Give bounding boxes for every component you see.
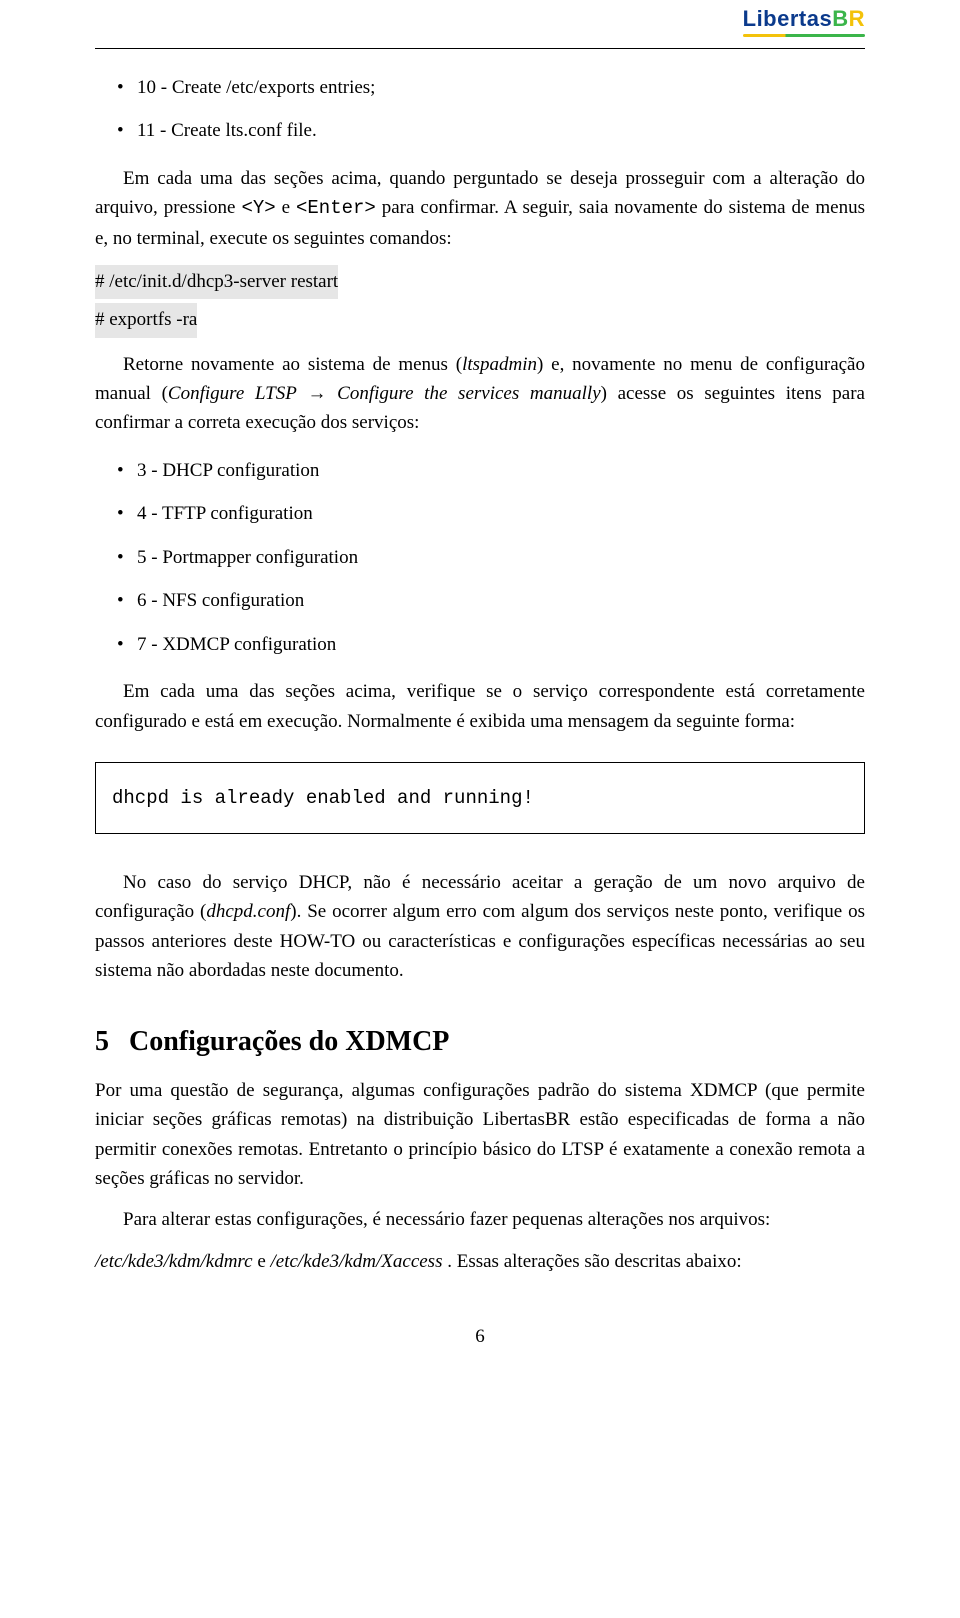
section-number: 5: [95, 1026, 109, 1057]
page-number: 6: [95, 1326, 865, 1348]
list-item: 3 - DHCP configuration: [137, 456, 865, 485]
command-line: # /etc/init.d/dhcp3-server restart: [95, 265, 338, 299]
paragraph: No caso do serviço DHCP, não é necessári…: [95, 868, 865, 986]
paragraph: Por uma questão de segurança, algumas co…: [95, 1076, 865, 1194]
text-run: e: [253, 1251, 271, 1272]
list-item: 7 - XDMCP configuration: [137, 630, 865, 659]
section-title: Configurações do XDMCP: [129, 1026, 449, 1057]
list-item: 6 - NFS configuration: [137, 586, 865, 615]
paragraph: Em cada uma das seções acima, verifique …: [95, 677, 865, 736]
key-y: <Y>: [241, 197, 275, 219]
paragraph: Retorne novamente ao sistema de menus (l…: [95, 350, 865, 438]
list-item: 4 - TFTP configuration: [137, 499, 865, 528]
text-run: Retorne novamente ao sistema de menus (: [123, 354, 462, 375]
key-enter: <Enter>: [296, 197, 376, 219]
logo-letter-b: B: [832, 6, 848, 31]
path-xaccess: /etc/kde3/kdm/Xaccess: [271, 1251, 443, 1272]
list-item: 10 - Create /etc/exports entries;: [137, 73, 865, 102]
bullet-list-steps: 10 - Create /etc/exports entries; 11 - C…: [95, 73, 865, 146]
text-run: . Essas alterações são descritas abaixo:: [442, 1251, 741, 1272]
text-run: e: [276, 197, 296, 218]
paragraph: Em cada uma das seções acima, quando per…: [95, 164, 865, 253]
path-kdmrc: /etc/kde3/kdm/kdmrc: [95, 1251, 253, 1272]
list-item: 5 - Portmapper configuration: [137, 543, 865, 572]
term-dhcpd-conf: dhcpd.conf: [206, 901, 290, 922]
list-item: 11 - Create lts.conf file.: [137, 116, 865, 145]
bullet-list-services: 3 - DHCP configuration 4 - TFTP configur…: [95, 456, 865, 659]
command-line: # exportfs -ra: [95, 303, 197, 337]
output-box: dhcpd is already enabled and running!: [95, 762, 865, 834]
term-configure-services: Configure the services manually: [337, 383, 600, 404]
logo-underline-icon: [743, 34, 865, 37]
logo-letter-r: R: [849, 6, 865, 31]
term-ltspadmin: ltspadmin: [462, 354, 537, 375]
page: LibertasBR 10 - Create /etc/exports entr…: [0, 0, 960, 1378]
section-heading: 5 Configurações do XDMCP: [95, 1026, 865, 1058]
brand-logo-text: LibertasBR: [743, 6, 865, 37]
brand-logo: LibertasBR: [743, 6, 865, 37]
paragraph: /etc/kde3/kdm/kdmrc e /etc/kde3/kdm/Xacc…: [95, 1247, 865, 1276]
header-rule: [95, 48, 865, 49]
arrow-icon: →: [297, 383, 337, 404]
term-configure-ltsp: Configure LTSP: [168, 383, 297, 404]
logo-word-libertas: Libertas: [743, 6, 833, 31]
paragraph: Para alterar estas configurações, é nece…: [95, 1205, 865, 1234]
